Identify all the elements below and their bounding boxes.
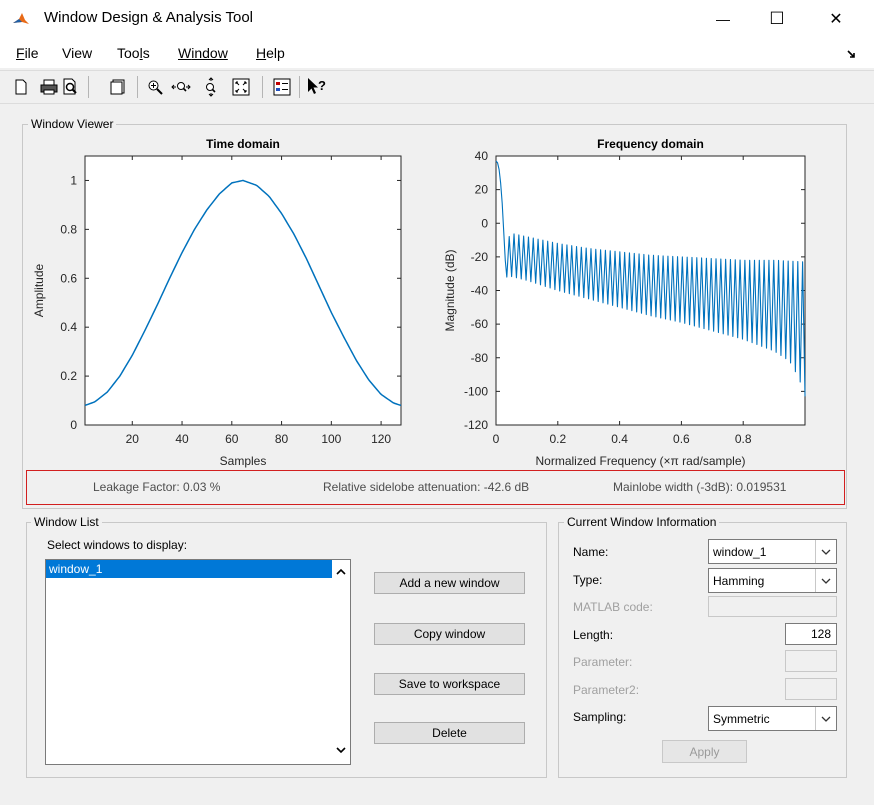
- y-tick-label: 0.2: [60, 369, 77, 383]
- select-windows-label: Select windows to display:: [47, 538, 188, 552]
- freq-plot-title: Frequency domain: [597, 137, 704, 151]
- leakage-factor-text: Leakage Factor: 0.03 %: [93, 480, 221, 494]
- y-tick-label: -40: [471, 284, 489, 298]
- name-combo[interactable]: window_1: [708, 539, 837, 564]
- freq-ylabel: Magnitude (dB): [443, 249, 457, 331]
- parameter-label: Parameter:: [573, 655, 633, 669]
- matlab-code-field: [708, 596, 837, 617]
- x-tick-label: 40: [175, 432, 189, 446]
- window-list-title: Window List: [31, 515, 102, 529]
- x-tick-label: 20: [126, 432, 140, 446]
- y-tick-label: 1: [70, 173, 77, 187]
- sidelobe-attenuation-text: Relative sidelobe attenuation: -42.6 dB: [323, 480, 530, 494]
- y-tick-label: -120: [464, 418, 488, 432]
- x-tick-label: 0: [493, 432, 500, 446]
- y-tick-label: -100: [464, 384, 488, 398]
- time-plot-title: Time domain: [206, 137, 280, 151]
- y-tick-label: 0: [70, 418, 77, 432]
- y-tick-label: -60: [471, 317, 489, 331]
- y-tick-label: -80: [471, 351, 489, 365]
- chevron-down-icon[interactable]: [815, 569, 836, 592]
- add-window-button[interactable]: Add a new window: [374, 572, 525, 594]
- x-tick-label: 100: [321, 432, 341, 446]
- save-to-workspace-button[interactable]: Save to workspace: [374, 673, 525, 695]
- time-xlabel: Samples: [220, 454, 267, 468]
- x-tick-label: 60: [225, 432, 239, 446]
- scroll-down-arrow[interactable]: [333, 742, 349, 758]
- y-tick-label: -20: [471, 250, 489, 264]
- name-label: Name:: [573, 545, 609, 559]
- y-tick-label: 0.8: [60, 222, 77, 236]
- sampling-value: Symmetric: [713, 711, 770, 726]
- apply-button[interactable]: Apply: [662, 740, 747, 763]
- plots-canvas: Time domain 20 40 60 80 100 120 0 0.2 0.4 0.6 0.8 1 S…: [32, 137, 806, 468]
- type-label: Type:: [573, 573, 603, 587]
- x-tick-label: 0.8: [735, 432, 752, 446]
- chevron-down-icon: [336, 746, 346, 753]
- window-listbox[interactable]: [45, 559, 351, 765]
- chevron-up-icon: [336, 568, 346, 575]
- x-tick-label: 0.2: [549, 432, 566, 446]
- scroll-up-arrow[interactable]: [333, 563, 349, 579]
- x-tick-label: 120: [371, 432, 391, 446]
- y-tick-label: 20: [475, 183, 489, 197]
- type-select[interactable]: Hamming: [708, 568, 837, 593]
- y-tick-label: 0: [481, 216, 488, 230]
- mainlobe-width-text: Mainlobe width (-3dB): 0.019531: [613, 480, 787, 494]
- chevron-down-icon[interactable]: [815, 540, 836, 563]
- time-ylabel: Amplitude: [32, 264, 46, 318]
- y-tick-label: 40: [475, 149, 489, 163]
- x-tick-label: 80: [275, 432, 289, 446]
- time-plot-area: [84, 155, 402, 426]
- sampling-select[interactable]: Symmetric: [708, 706, 837, 731]
- name-value: window_1: [713, 544, 767, 559]
- parameter-input: [785, 650, 837, 672]
- length-input[interactable]: 128: [785, 623, 837, 645]
- chevron-down-icon[interactable]: [815, 707, 836, 730]
- parameter2-input: [785, 678, 837, 700]
- y-tick-label: 0.4: [60, 320, 77, 334]
- y-tick-label: 0.6: [60, 271, 77, 285]
- length-label: Length:: [573, 628, 614, 642]
- delete-button[interactable]: Delete: [374, 722, 525, 744]
- sampling-label: Sampling:: [573, 710, 627, 724]
- copy-window-button[interactable]: Copy window: [374, 623, 525, 645]
- list-item[interactable]: window_1: [46, 560, 332, 578]
- matlab-code-label: MATLAB code:: [573, 600, 653, 614]
- type-value: Hamming: [713, 573, 765, 588]
- parameter2-label: Parameter2:: [573, 683, 640, 697]
- freq-xlabel: Normalized Frequency (×π rad/sample): [535, 454, 745, 468]
- x-tick-label: 0.6: [673, 432, 690, 446]
- current-window-info-title: Current Window Information: [564, 515, 720, 529]
- x-tick-label: 0.4: [611, 432, 628, 446]
